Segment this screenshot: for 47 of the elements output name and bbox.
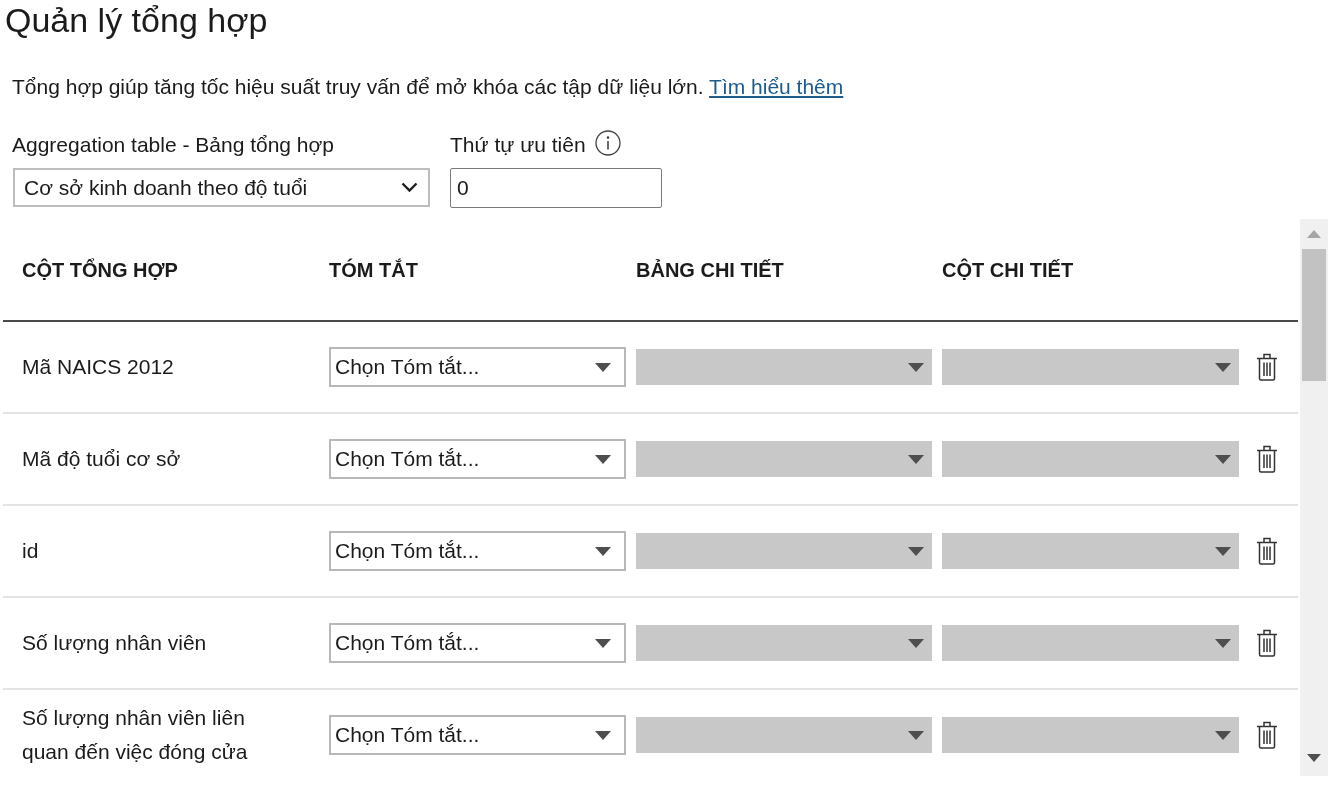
- table-cell-text: Số lượng nhân viên: [22, 630, 208, 656]
- summary-dropdown[interactable]: Chọn Tóm tắt...: [329, 439, 626, 479]
- info-icon[interactable]: [594, 130, 621, 156]
- table-cell-text: Mã độ tuổi cơ sở: [22, 446, 182, 472]
- trash-icon[interactable]: [1256, 629, 1278, 657]
- table-cell-text: Mã NAICS 2012: [22, 354, 175, 380]
- trash-icon[interactable]: [1256, 353, 1278, 381]
- caret-icon: [1215, 454, 1231, 464]
- caret-icon: [908, 546, 924, 556]
- summary-dropdown[interactable]: Chọn Tóm tắt...: [329, 531, 626, 571]
- caret-icon: [595, 454, 611, 464]
- page-title: Quản lý tổng hợp: [4, 0, 269, 40]
- summary-dropdown[interactable]: Chọn Tóm tắt...: [329, 347, 626, 387]
- column-header: CỘT CHI TIẾT: [942, 257, 1075, 282]
- caret-icon: [908, 638, 924, 648]
- caret-icon: [1215, 546, 1231, 556]
- summary-dropdown[interactable]: Chọn Tóm tắt...: [329, 715, 626, 755]
- caret-icon: [1215, 730, 1231, 740]
- caret-icon: [595, 362, 611, 372]
- field-label: Aggregation table - Bảng tổng hợp: [12, 132, 335, 158]
- table-cell-text: id: [22, 538, 40, 564]
- caret-icon: [908, 730, 924, 740]
- caret-icon: [1215, 638, 1231, 648]
- description-text: Tổng hợp giúp tăng tốc hiệu suất truy vấn để mở khóa các tập dữ liệu lớn. Tìm hiểu thêm: [12, 74, 845, 100]
- chevron-icon: [401, 182, 418, 193]
- priority-field[interactable]: 0: [450, 168, 662, 208]
- learn-more-link[interactable]: Tìm hiểu thêm: [709, 75, 844, 98]
- caret-icon: [908, 454, 924, 464]
- caret-icon: [1215, 362, 1231, 372]
- column-header: BẢNG CHI TIẾT: [636, 258, 785, 282]
- trash-icon[interactable]: [1256, 537, 1278, 565]
- scroll-down-arrow-icon[interactable]: [1307, 754, 1321, 762]
- column-header: CỘT TỔNG HỢP: [22, 257, 179, 282]
- table-cell-text: Số lượng nhân viên liên quan đến việc đóng cửa: [22, 705, 249, 765]
- caret-icon: [595, 546, 611, 556]
- scrollbar-thumb[interactable]: [1302, 249, 1326, 381]
- summary-dropdown[interactable]: Chọn Tóm tắt...: [329, 623, 626, 663]
- trash-icon[interactable]: [1256, 445, 1278, 473]
- scroll-up-arrow-icon[interactable]: [1307, 230, 1321, 238]
- scrollbar[interactable]: [1300, 219, 1328, 776]
- caret-icon: [595, 638, 611, 648]
- field-label: Thứ tự ưu tiên: [450, 132, 586, 158]
- caret-icon: [908, 362, 924, 372]
- caret-icon: [595, 730, 611, 740]
- column-header: TÓM TẮT: [329, 257, 419, 282]
- aggregation-table-dropdown[interactable]: Cơ sở kinh doanh theo độ tuổi: [13, 168, 430, 207]
- trash-icon[interactable]: [1256, 721, 1278, 749]
